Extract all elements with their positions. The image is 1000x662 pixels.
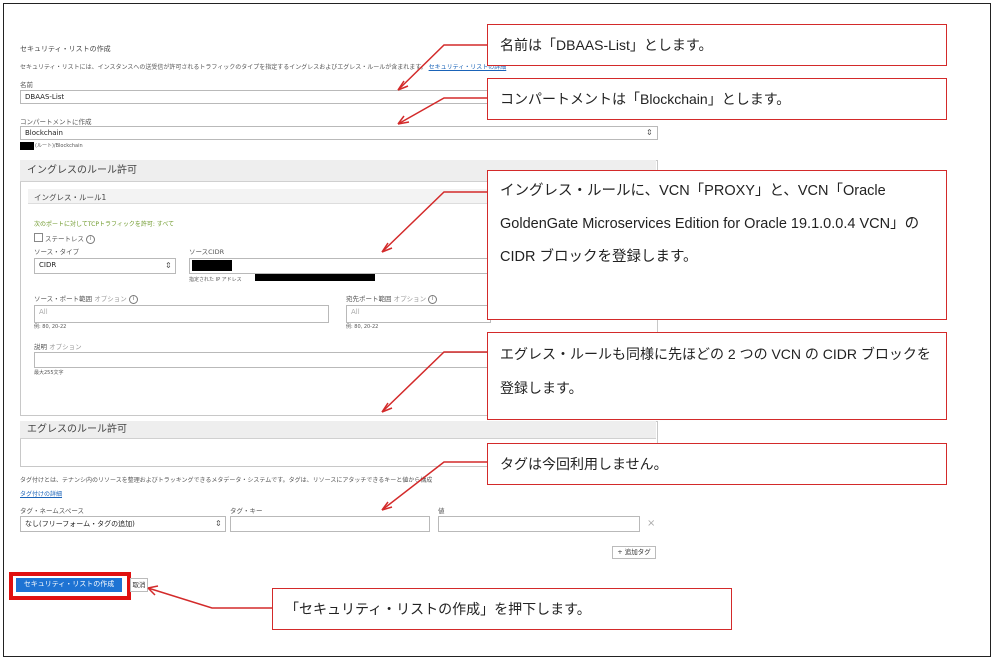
callout-name: 名前は「DBAAS-List」とします。: [487, 24, 947, 66]
callout-egress: エグレス・ルールも同様に先ほどの 2 つの VCN の CIDR ブロックを登録…: [487, 332, 947, 420]
arrow-create: [147, 587, 272, 609]
callout-ingress: イングレス・ルールに、VCN「PROXY」と、VCN「Oracle Golden…: [487, 170, 947, 320]
callout-tags: タグは今回利用しません。: [487, 443, 947, 485]
callout-compartment: コンパートメントは「Blockchain」とします。: [487, 78, 947, 120]
callout-create: 「セキュリティ・リストの作成」を押下します。: [272, 588, 732, 630]
arrow-ingress: [381, 191, 487, 253]
arrow-compartment: [397, 97, 487, 125]
arrowhead-icon: [397, 115, 410, 125]
arrow-name: [397, 44, 487, 91]
arrow-egress: [381, 351, 487, 413]
arrow-tags: [381, 461, 487, 511]
